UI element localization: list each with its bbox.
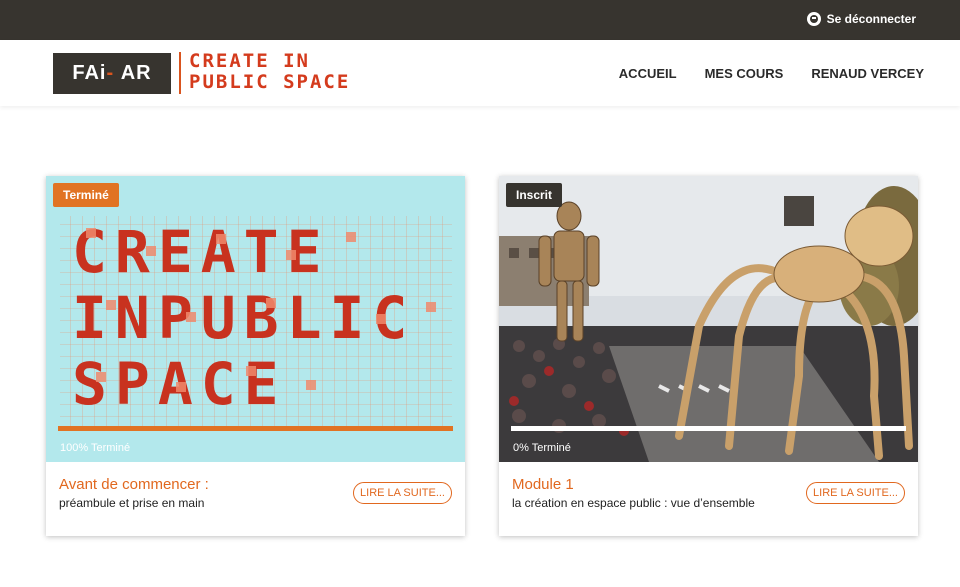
progress-bar [58, 426, 453, 431]
logo-text-b: AR [120, 62, 152, 84]
nav-user[interactable]: RENAUD VERCEY [811, 66, 924, 81]
read-more-button[interactable]: LIRE LA SUITE... [806, 482, 905, 504]
status-badge: Inscrit [506, 183, 563, 207]
logo-line-2: PUBLIC SPACE [189, 71, 351, 93]
progress-bar [511, 426, 906, 431]
course-title[interactable]: Avant de commencer : [59, 476, 209, 493]
progress-label: 0% Terminé [513, 442, 571, 454]
logout-label: Se déconnecter [826, 12, 916, 26]
faiar-logo[interactable]: FAi - AR [53, 53, 171, 94]
nav-accueil[interactable]: ACCUEIL [619, 66, 677, 81]
course-card[interactable]: Inscrit 0% Terminé Module 1 la création … [499, 176, 918, 536]
create-in-public-space-logo[interactable]: CREATE IN PUBLIC SPACE [189, 51, 389, 93]
course-subtitle: la création en espace public : vue d’ens… [512, 496, 755, 510]
top-bar: Se déconnecter [0, 0, 960, 40]
main-nav: ACCUEIL MES COURS RENAUD VERCEY [619, 66, 924, 81]
course-subtitle: préambule et prise en main [59, 496, 205, 510]
course-card[interactable]: CREATE INPUBLIC SPACE Terminé 100% Termi… [46, 176, 465, 536]
logo-line-1: CREATE IN [189, 50, 310, 72]
logo-divider [179, 52, 181, 94]
read-more-button[interactable]: LIRE LA SUITE... [353, 482, 452, 504]
nav-mes-cours[interactable]: MES COURS [705, 66, 784, 81]
progress-label: 100% Terminé [60, 442, 131, 454]
logo-dash: - [106, 62, 115, 84]
logout-link[interactable]: Se déconnecter [806, 12, 916, 26]
street-performance-photo-icon [499, 176, 918, 462]
logo-text-a: FAi [72, 62, 107, 84]
create-in-public-space-poster-icon: CREATE INPUBLIC SPACE [60, 216, 452, 426]
svg-text:INPUBLIC: INPUBLIC [72, 284, 415, 352]
progress-fill [58, 426, 453, 431]
user-icon [806, 12, 821, 26]
site-header: FAi - AR CREATE IN PUBLIC SPACE ACCUEIL M… [0, 40, 960, 106]
course-title[interactable]: Module 1 [512, 476, 574, 493]
status-badge: Terminé [53, 183, 119, 207]
course-image[interactable]: Inscrit 0% Terminé [499, 176, 918, 462]
course-image[interactable]: CREATE INPUBLIC SPACE Terminé 100% Termi… [46, 176, 465, 462]
